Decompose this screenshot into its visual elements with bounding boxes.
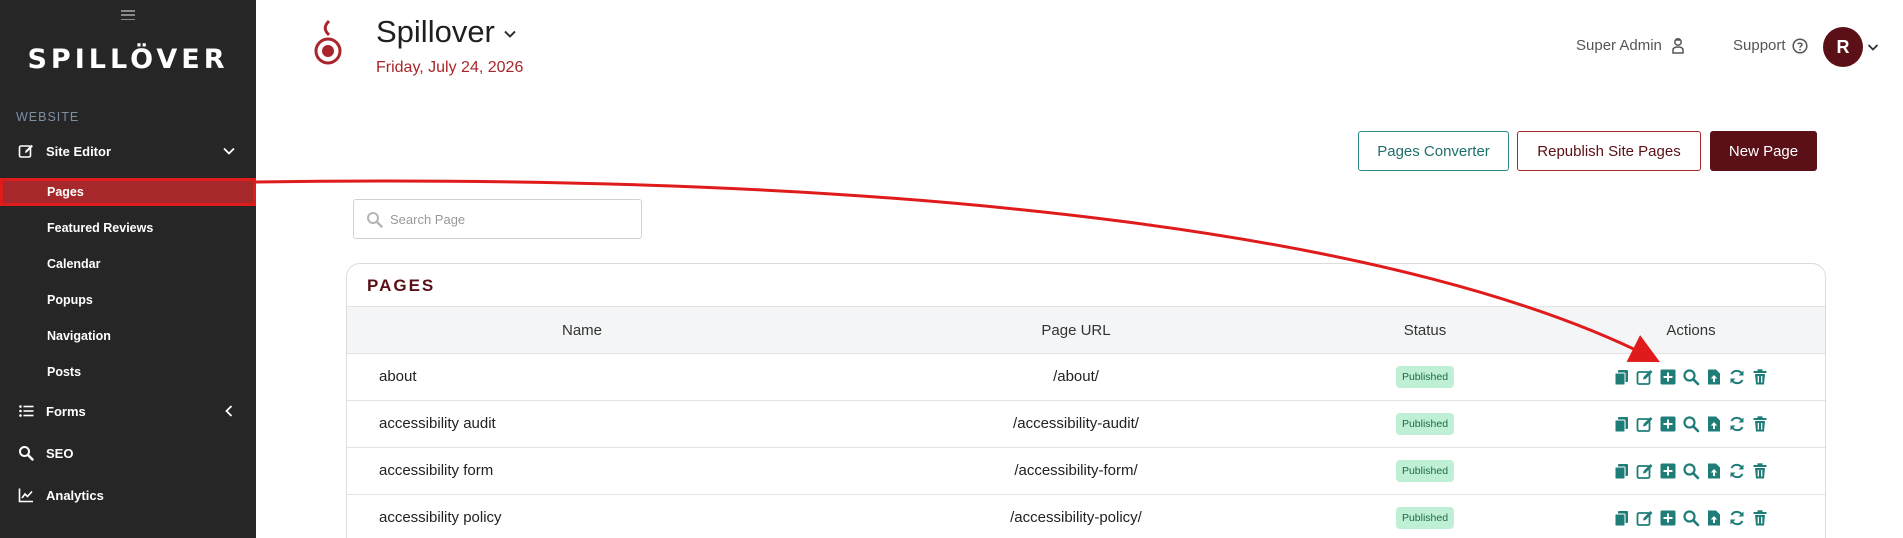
copy-icon[interactable]	[1613, 509, 1631, 527]
sidebar-section-label: WEBSITE	[16, 110, 80, 124]
page-name-cell: accessibility audit	[379, 415, 496, 432]
sidebar-logo: SPILLÖVER	[27, 44, 229, 75]
trash-icon[interactable]	[1751, 368, 1769, 386]
chevron-down-icon[interactable]	[222, 144, 236, 158]
brand-logo-icon	[314, 19, 342, 65]
chevron-left-icon[interactable]	[222, 404, 236, 418]
table-row[interactable]: accessibility form/accessibility-form/Pu…	[347, 448, 1825, 495]
status-badge: Published	[1395, 366, 1455, 388]
page-name-cell: accessibility policy	[379, 509, 502, 526]
refresh-icon[interactable]	[1728, 509, 1746, 527]
sidebar-item-label: Forms	[46, 403, 86, 419]
search-icon[interactable]	[1682, 509, 1700, 527]
sidebar-item-site-editor[interactable]: Site Editor	[0, 133, 256, 169]
page-title[interactable]: Spillover	[376, 14, 517, 50]
help-circle-icon	[1791, 37, 1808, 54]
current-date: Friday, July 24, 2026	[376, 59, 524, 76]
search-icon	[367, 212, 383, 228]
add-icon[interactable]	[1659, 509, 1677, 527]
support-label: Support	[1733, 37, 1786, 54]
row-actions	[1613, 368, 1769, 386]
page-name-cell: about	[379, 368, 417, 385]
page-name-cell: accessibility form	[379, 462, 494, 479]
table-row[interactable]: about/about/Published	[347, 354, 1825, 401]
admin-user-icon	[1672, 38, 1684, 54]
new-page-button[interactable]: New Page	[1710, 131, 1817, 171]
edit-icon[interactable]	[1636, 368, 1654, 386]
upload-file-icon[interactable]	[1705, 368, 1723, 386]
edit-icon[interactable]	[1636, 509, 1654, 527]
republish-site-pages-button[interactable]: Republish Site Pages	[1517, 131, 1701, 171]
sidebar-item-navigation[interactable]: Navigation	[0, 322, 256, 350]
site-name: Spillover	[376, 14, 495, 49]
refresh-icon[interactable]	[1728, 368, 1746, 386]
add-icon[interactable]	[1659, 368, 1677, 386]
table-row[interactable]: accessibility audit/accessibility-audit/…	[347, 401, 1825, 448]
copy-icon[interactable]	[1613, 368, 1631, 386]
sidebar-item-calendar[interactable]: Calendar	[0, 250, 256, 278]
add-icon[interactable]	[1659, 415, 1677, 433]
sidebar-item-seo[interactable]: SEO	[0, 435, 256, 471]
search-icon[interactable]	[1682, 462, 1700, 480]
app-root: SPILLÖVER WEBSITE Site Editor Pages Feat…	[0, 0, 1903, 538]
sidebar-item-label: Analytics	[46, 487, 104, 503]
refresh-icon[interactable]	[1728, 415, 1746, 433]
row-actions	[1613, 509, 1769, 527]
sidebar-item-label: Site Editor	[46, 143, 112, 159]
sidebar-item-posts[interactable]: Posts	[0, 358, 256, 386]
column-header-actions: Actions	[1666, 322, 1716, 339]
trash-icon[interactable]	[1751, 462, 1769, 480]
user-avatar[interactable]: R	[1823, 27, 1863, 67]
edit-icon[interactable]	[1636, 462, 1654, 480]
upload-file-icon[interactable]	[1705, 462, 1723, 480]
pages-table-card: PAGES Name Page URL Status Actions about…	[346, 263, 1826, 538]
search-icon[interactable]	[1682, 415, 1700, 433]
column-header-page-url[interactable]: Page URL	[1041, 322, 1110, 339]
sidebar-item-featured-reviews[interactable]: Featured Reviews	[0, 214, 256, 242]
line-chart-icon	[18, 488, 33, 503]
add-icon[interactable]	[1659, 462, 1677, 480]
sidebar: SPILLÖVER WEBSITE Site Editor Pages Feat…	[0, 0, 256, 538]
list-icon	[19, 405, 34, 417]
sidebar-item-analytics[interactable]: Analytics	[0, 477, 256, 513]
pages-converter-button[interactable]: Pages Converter	[1358, 131, 1509, 171]
pages-table-title: PAGES	[367, 276, 436, 295]
refresh-icon[interactable]	[1728, 462, 1746, 480]
upload-file-icon[interactable]	[1705, 509, 1723, 527]
edit-icon[interactable]	[1636, 415, 1654, 433]
hamburger-menu-icon[interactable]	[121, 8, 135, 22]
row-actions	[1613, 415, 1769, 433]
page-url-cell: /accessibility-audit/	[1013, 415, 1139, 432]
page-url-cell: /accessibility-form/	[1014, 462, 1138, 479]
upload-file-icon[interactable]	[1705, 415, 1723, 433]
page-url-cell: /accessibility-policy/	[1010, 509, 1142, 526]
search-icon	[19, 446, 34, 461]
status-badge: Published	[1395, 413, 1455, 435]
chevron-down-icon[interactable]	[503, 27, 517, 41]
copy-icon[interactable]	[1613, 462, 1631, 480]
sidebar-item-pages[interactable]: Pages	[0, 178, 256, 206]
super-admin-link[interactable]: Super Admin	[1576, 37, 1686, 54]
trash-icon[interactable]	[1751, 509, 1769, 527]
sidebar-item-forms[interactable]: Forms	[0, 393, 256, 429]
table-header: Name Page URL Status Actions	[347, 306, 1825, 354]
trash-icon[interactable]	[1751, 415, 1769, 433]
status-badge: Published	[1395, 460, 1455, 482]
status-badge: Published	[1395, 507, 1455, 529]
row-actions	[1613, 462, 1769, 480]
search-input[interactable]	[390, 206, 630, 232]
copy-icon[interactable]	[1613, 415, 1631, 433]
super-admin-label: Super Admin	[1576, 37, 1662, 54]
chevron-down-icon[interactable]	[1867, 41, 1879, 53]
search-icon[interactable]	[1682, 368, 1700, 386]
search-box	[353, 199, 642, 239]
column-header-name[interactable]: Name	[562, 322, 602, 339]
column-header-status[interactable]: Status	[1404, 322, 1447, 339]
table-row[interactable]: accessibility policy/accessibility-polic…	[347, 495, 1825, 538]
support-link[interactable]: Support	[1733, 37, 1808, 54]
page-url-cell: /about/	[1053, 368, 1099, 385]
sidebar-item-label: SEO	[46, 445, 74, 461]
sidebar-item-popups[interactable]: Popups	[0, 286, 256, 314]
edit-square-icon	[18, 144, 33, 158]
